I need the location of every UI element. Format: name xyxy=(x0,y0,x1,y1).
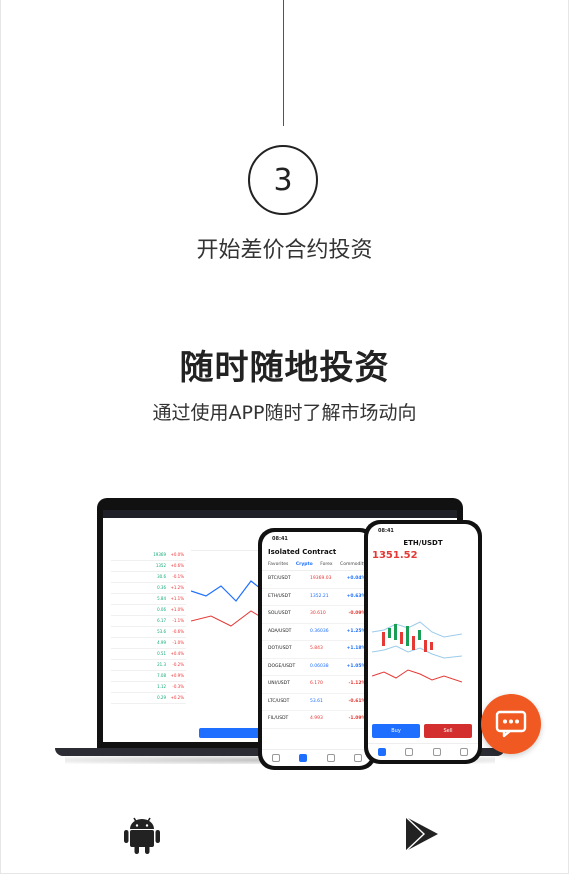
chat-bubble-icon xyxy=(495,710,527,738)
tab-crypto: Crypto xyxy=(295,562,313,567)
laptop-list-row: 0.51 +0.4% xyxy=(111,649,186,660)
step-connector-line xyxy=(283,0,284,126)
market-price: 53.61 xyxy=(310,698,323,704)
phone-market-screen: 08:41 Isolated Contract Favorites Crypto… xyxy=(262,532,372,766)
market-row: ETH/USDT 1352.21 +0.63% xyxy=(262,589,372,606)
nav-assets-icon xyxy=(460,748,469,756)
market-symbol: FIL/USDT xyxy=(268,716,289,721)
step-number-badge: 3 xyxy=(248,145,318,215)
phone-trading-screen: 08:41 ETH/USDT 1351.52 Buy Sell xyxy=(368,524,478,760)
market-price: 19369.03 xyxy=(310,576,332,581)
nav-trade-icon xyxy=(326,754,335,762)
market-row: ADA/USDT 0.36036 +1.25% xyxy=(262,624,372,641)
phone-status-time: 08:41 xyxy=(272,536,288,542)
market-row: FIL/USDT 4.993 -1.09% xyxy=(262,711,372,729)
nav-trade-icon xyxy=(432,748,441,756)
laptop-list-row: 30.6 -0.1% xyxy=(111,572,186,583)
market-symbol: ADA/USDT xyxy=(268,628,292,634)
tab-commodity: Commodity xyxy=(340,562,366,567)
market-row: UNI/USDT 6.170 -1.12% xyxy=(262,676,372,694)
laptop-menu-bar xyxy=(103,510,457,518)
google-play-icon xyxy=(405,816,438,852)
market-price: 4.993 xyxy=(310,716,323,721)
sell-button: Sell xyxy=(424,724,472,738)
laptop-list-row: 7.08 +0.9% xyxy=(111,671,186,682)
laptop-list-row: 5.84 +1.1% xyxy=(111,594,186,605)
laptop-list-row: 0.29 +0.2% xyxy=(111,693,186,704)
trade-buttons: Buy Sell xyxy=(372,724,472,738)
hero-headline: 随时随地投资 xyxy=(179,348,390,388)
phone-bottom-nav xyxy=(368,743,478,760)
app-devices-illustration: 19369 +0.0% 1352 +0.6% 30.6 -0.1% 0.36 +1.2%… xyxy=(55,498,505,773)
market-symbol: ETH/USDT xyxy=(268,593,291,599)
laptop-list-row: 4.99 -1.0% xyxy=(111,638,186,649)
nav-quote-icon xyxy=(405,748,414,756)
market-row: DOT/USDT 5.843 +1.18% xyxy=(262,641,372,659)
google-play-download-link[interactable] xyxy=(404,815,440,853)
android-download-link[interactable] xyxy=(124,815,160,855)
market-list-title: Isolated Contract xyxy=(268,548,337,556)
market-symbol: LTC/USDT xyxy=(268,698,290,704)
trading-pair: ETH/USDT xyxy=(403,539,443,547)
tab-favorites: Favorites xyxy=(268,562,289,567)
market-price: 6.170 xyxy=(310,681,323,686)
hero-subline: 通过使用APP随时了解市场动向 xyxy=(152,402,417,424)
nav-home-icon xyxy=(377,748,386,756)
phone-market-list: 08:41 Isolated Contract Favorites Crypto… xyxy=(258,528,376,770)
laptop-list-row: 1.12 -0.3% xyxy=(111,682,186,693)
phone-bottom-nav xyxy=(262,749,372,766)
nav-assets-icon xyxy=(354,754,363,762)
market-price: 30.610 xyxy=(310,611,326,616)
market-symbol: DOT/USDT xyxy=(268,646,292,651)
phone-trading-chart: 08:41 ETH/USDT 1351.52 Buy Sell xyxy=(364,520,482,764)
tab-forex: Forex xyxy=(320,562,333,567)
market-tabs: Favorites Crypto Forex Commodity xyxy=(262,560,372,571)
market-symbol: SOL/USDT xyxy=(268,611,291,616)
laptop-list-row: 21.3 -0.2% xyxy=(111,660,186,671)
market-price: 0.36036 xyxy=(310,628,329,634)
android-icon xyxy=(124,817,160,854)
buy-button: Buy xyxy=(372,724,420,738)
market-symbol: BTC/USDT xyxy=(268,576,291,581)
market-row: SOL/USDT 30.610 -0.09% xyxy=(262,606,372,624)
laptop-list-row: 0.36 +1.2% xyxy=(111,583,186,594)
trading-price: 1351.52 xyxy=(372,550,418,561)
laptop-list-row: 1352 +0.6% xyxy=(111,561,186,572)
market-row: DOGE/USDT 0.06038 +1.05% xyxy=(262,659,372,676)
phone-status-time: 08:41 xyxy=(378,528,394,534)
laptop-list-row: 0.06 +1.0% xyxy=(111,605,186,616)
market-price: 5.843 xyxy=(310,646,323,651)
chat-support-button[interactable] xyxy=(481,694,541,754)
step-title: 开始差价合约投资 xyxy=(196,238,373,263)
candlestick-chart xyxy=(372,602,462,688)
market-price: 1352.21 xyxy=(310,593,329,599)
market-row: BTC/USDT 19369.03 +0.04% xyxy=(262,571,372,589)
nav-quote-icon xyxy=(299,754,308,762)
step-number: 3 xyxy=(273,162,293,198)
market-price: 0.06038 xyxy=(310,663,329,669)
market-symbol: DOGE/USDT xyxy=(268,663,296,669)
laptop-list-row: 53.6 -0.6% xyxy=(111,627,186,638)
laptop-list-row: 19369 +0.0% xyxy=(111,550,186,561)
nav-home-icon xyxy=(271,754,280,762)
market-list: BTC/USDT 19369.03 +0.04% ETH/USDT 1352.21 +0… xyxy=(262,571,372,729)
market-symbol: UNI/USDT xyxy=(268,681,290,686)
market-row: LTC/USDT 53.61 -0.61% xyxy=(262,694,372,711)
laptop-list-row: 6.17 -1.1% xyxy=(111,616,186,627)
